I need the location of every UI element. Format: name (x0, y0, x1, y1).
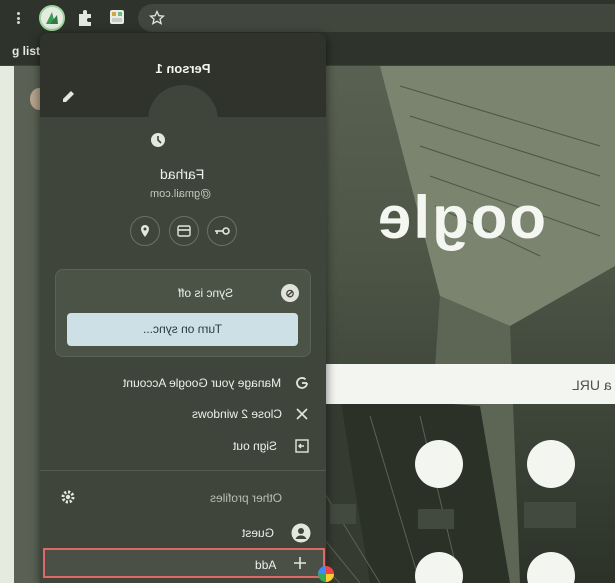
google-g-icon (294, 375, 310, 391)
avatar-badge-icon (150, 132, 166, 148)
gear-icon[interactable] (60, 489, 76, 505)
credit-card-icon[interactable] (169, 216, 199, 246)
profile-avatar-button[interactable] (39, 5, 65, 31)
key-icon[interactable] (207, 216, 237, 246)
bookmark-item-label[interactable]: g list (12, 44, 40, 58)
menu-item-close-windows[interactable]: Close 2 windows (40, 400, 326, 428)
shortcut-tile[interactable] (527, 440, 575, 488)
location-pin-icon[interactable] (130, 216, 160, 246)
menu-item-label: Manage your Google Account (123, 376, 282, 390)
profile-menu: Person 1 Farhad @gmail.com Sync is off ⊘… (40, 33, 326, 583)
profile-title: Person 1 (155, 61, 211, 76)
search-placeholder: a URL (572, 377, 612, 393)
shortcut-label (330, 504, 356, 524)
add-label: Add (255, 558, 277, 572)
menu-divider (40, 470, 326, 471)
guest-avatar-icon (290, 522, 312, 544)
sync-status: Sync is off (178, 286, 234, 300)
sync-off-icon: ⊘ (281, 284, 299, 302)
guest-label: Guest (242, 526, 275, 540)
menu-item-label: Close 2 windows (192, 407, 283, 421)
turn-on-sync-button[interactable]: Turn on sync... (67, 313, 298, 346)
address-bar[interactable] (138, 4, 615, 32)
profile-email: @gmail.com (150, 188, 212, 200)
extension-icon[interactable] (108, 8, 126, 26)
close-icon (294, 406, 310, 422)
page-left-edge (14, 66, 40, 583)
menu-kebab-icon[interactable] (8, 8, 28, 28)
side-panel-edge (0, 66, 14, 583)
google-apps-icon (318, 566, 334, 582)
shortcut-label (524, 502, 576, 528)
add-profile-button[interactable]: Add (43, 548, 325, 578)
other-profiles-label: Other profiles (210, 491, 283, 505)
bookmark-star-icon[interactable] (147, 8, 167, 28)
menu-item-sign-out[interactable]: Sign out (40, 432, 326, 460)
profile-name: Farhad (160, 166, 205, 182)
profile-item-guest[interactable]: Guest (40, 519, 326, 547)
profile-avatar-icon (46, 12, 58, 24)
menu-item-label: Sign out (233, 439, 278, 453)
menu-item-manage-account[interactable]: Manage your Google Account (40, 369, 326, 397)
sign-out-icon (294, 438, 310, 454)
edit-pencil-icon[interactable] (60, 89, 76, 105)
google-logo: oogle (376, 184, 546, 251)
shortcut-tile[interactable] (415, 440, 463, 488)
extensions-puzzle-icon[interactable] (74, 7, 96, 29)
plus-icon (293, 556, 309, 572)
shortcut-label (418, 509, 454, 529)
